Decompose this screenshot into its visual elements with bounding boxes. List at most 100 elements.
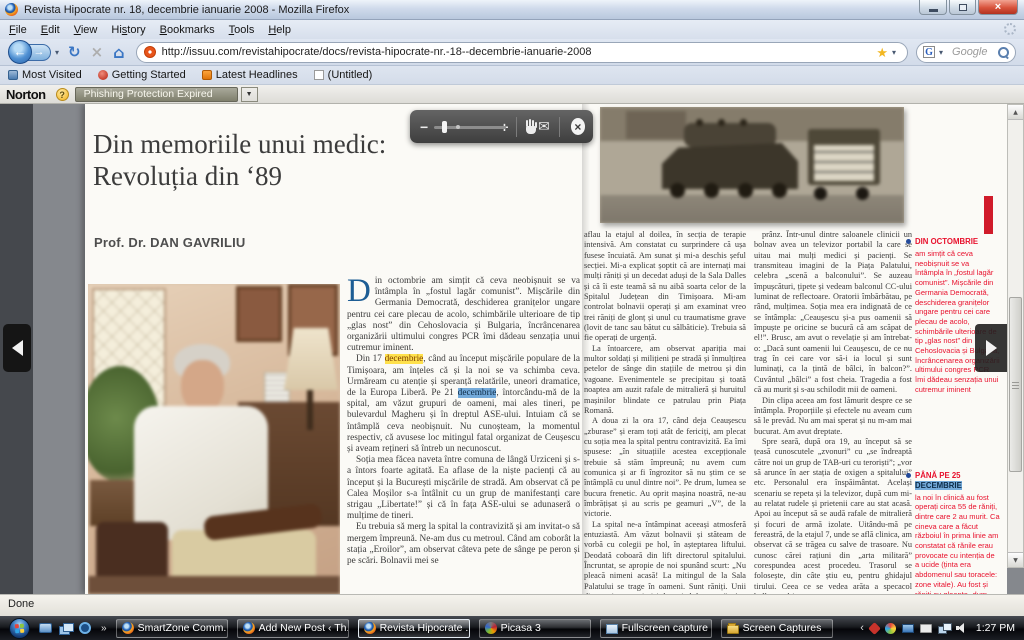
tray-display-icon[interactable] xyxy=(902,624,914,633)
phishing-protection-button[interactable]: Phishing Protection Expired xyxy=(75,87,238,102)
taskbar-button-smartzone[interactable]: SmartZone Comm... xyxy=(116,619,228,638)
toolbar-divider xyxy=(516,117,517,137)
bookmark-latest-headlines[interactable]: Latest Headlines xyxy=(202,69,298,81)
next-page-button[interactable] xyxy=(975,324,1008,372)
bookmark-label: Most Visited xyxy=(22,69,82,81)
pan-hand-icon[interactable] xyxy=(524,119,537,135)
taskbar-button-revista-hipocrate[interactable]: Revista Hipocrate ... xyxy=(358,619,470,638)
article-author: Prof. Dr. DAN GAVRILIU xyxy=(94,235,246,250)
search-box[interactable]: G ▾ Google xyxy=(916,42,1016,63)
scrollbar-thumb[interactable] xyxy=(1009,297,1022,472)
firefox-icon xyxy=(243,622,255,634)
network-icon[interactable] xyxy=(938,623,950,633)
note-heading: PÂNĂ PE 25 DECEMBRIE xyxy=(915,471,1000,491)
bookmarks-toolbar: Most Visited Getting Started Latest Head… xyxy=(0,66,1024,85)
menu-tools[interactable]: Tools xyxy=(222,22,262,38)
engine-dropdown-icon[interactable]: ▾ xyxy=(939,48,943,57)
google-engine-icon[interactable]: G xyxy=(923,46,935,58)
slider-tick xyxy=(456,125,460,129)
minimize-button[interactable] xyxy=(919,0,947,15)
search-icon[interactable] xyxy=(998,47,1009,58)
page-icon xyxy=(314,70,324,80)
menu-help[interactable]: Help xyxy=(261,22,298,38)
close-toolbar-icon[interactable]: × xyxy=(571,118,585,135)
toolbar-divider xyxy=(559,117,560,137)
status-bar: Done xyxy=(0,594,1024,616)
zoom-slider[interactable] xyxy=(434,120,494,134)
menu-edit[interactable]: Edit xyxy=(34,22,67,38)
activity-throbber-icon xyxy=(1004,23,1016,35)
scroll-up-button[interactable]: ▲ xyxy=(1008,105,1023,120)
magazine-page-left: Din memoriile unui medic: Revoluția din … xyxy=(85,104,582,594)
menu-history[interactable]: History xyxy=(104,22,152,38)
bookmark-most-visited[interactable]: Most Visited xyxy=(8,69,82,81)
quick-launch: » xyxy=(39,622,107,634)
slider-thumb[interactable] xyxy=(442,121,447,133)
bookmark-untitled[interactable]: (Untitled) xyxy=(314,69,373,81)
headline-line1: Din memoriile unui medic: xyxy=(93,128,386,160)
bookmark-getting-started[interactable]: Getting Started xyxy=(98,69,186,81)
author-portrait-photo xyxy=(88,284,340,594)
photo-artwork xyxy=(88,284,340,594)
navigation-toolbar: ← → ▾ ↻ × ⌂ http://issuu.com/revistahipo… xyxy=(0,39,1024,66)
menu-file[interactable]: File xyxy=(2,22,34,38)
url-dropdown-icon[interactable]: ▾ xyxy=(892,48,896,57)
picasa-icon xyxy=(485,622,497,634)
switch-windows-icon[interactable] xyxy=(59,623,72,633)
getting-started-icon xyxy=(98,70,108,80)
tray-security-icon[interactable] xyxy=(868,622,881,635)
start-button[interactable] xyxy=(9,618,30,639)
stop-button[interactable]: × xyxy=(91,43,104,61)
home-button[interactable]: ⌂ xyxy=(113,43,124,62)
folder-icon xyxy=(727,625,739,634)
quick-launch-app-icon[interactable] xyxy=(79,622,91,634)
taskbar-button-picasa[interactable]: Picasa 3 xyxy=(479,619,591,638)
close-button[interactable]: × xyxy=(978,0,1018,15)
help-question-icon[interactable]: ? xyxy=(56,88,69,101)
task-label: Screen Captures xyxy=(743,622,822,634)
norton-dropdown-icon[interactable]: ▼ xyxy=(241,87,258,102)
vertical-scrollbar[interactable]: ▲ ▼ xyxy=(1007,104,1024,568)
tray-monitor-icon[interactable] xyxy=(920,624,932,633)
photo-artwork xyxy=(600,107,904,223)
taskbar-button-screen-captures[interactable]: Screen Captures xyxy=(721,619,833,638)
zoom-out-button[interactable]: − xyxy=(420,120,428,134)
previous-page-button[interactable] xyxy=(3,324,31,372)
history-dropdown-icon[interactable]: ▾ xyxy=(55,48,59,57)
window-titlebar[interactable]: Revista Hipocrate nr. 18, decembrie ianu… xyxy=(0,0,1024,20)
article-headline: Din memoriile unui medic: Revoluția din … xyxy=(93,128,386,192)
volume-icon[interactable] xyxy=(956,623,967,633)
task-label: Fullscreen capture ... xyxy=(622,622,712,634)
bullet-icon xyxy=(906,473,911,478)
tray-expand-icon[interactable]: ‹ xyxy=(860,622,864,634)
firefox-icon xyxy=(122,622,134,634)
reload-button[interactable]: ↻ xyxy=(68,43,81,61)
left-arrow-icon xyxy=(12,340,23,356)
quick-launch-overflow-icon[interactable]: » xyxy=(101,623,107,634)
clock[interactable]: 1:27 PM xyxy=(976,622,1015,634)
tray-updater-icon[interactable] xyxy=(885,623,896,634)
taskbar-button-add-new-post[interactable]: Add New Post ‹ Th... xyxy=(237,619,349,638)
window-title: Revista Hipocrate nr. 18, decembrie ianu… xyxy=(24,4,349,16)
menu-bookmarks[interactable]: Bookmarks xyxy=(153,22,222,38)
email-share-icon[interactable]: ✉ xyxy=(538,120,550,134)
scroll-down-button[interactable]: ▼ xyxy=(1008,552,1023,567)
restore-button[interactable] xyxy=(949,0,976,15)
bullet-icon xyxy=(906,239,911,244)
right-arrow-icon xyxy=(986,340,997,356)
document-viewer: Din memoriile unui medic: Revoluția din … xyxy=(0,104,1024,594)
taskbar-button-fullscreen-capture[interactable]: Fullscreen capture ... xyxy=(600,619,712,638)
dropcap: D xyxy=(347,278,371,305)
show-desktop-icon[interactable] xyxy=(39,623,52,633)
back-button[interactable]: ← xyxy=(8,40,32,64)
viewer-toolbar: − + ✉ × xyxy=(410,110,593,143)
bookmark-star-icon[interactable]: ★ xyxy=(876,46,888,59)
article-column-left: D in octombrie am simțit că ceva neobișn… xyxy=(347,276,580,594)
search-placeholder[interactable]: Google xyxy=(952,46,998,58)
page-edge-red-tab xyxy=(984,196,993,234)
menu-bar: File Edit View History Bookmarks Tools H… xyxy=(0,20,1024,39)
url-text[interactable]: http://issuu.com/revistahipocrate/docs/r… xyxy=(162,46,873,58)
magazine-page-right: aflau la etajul al doilea, în secția de … xyxy=(582,104,1007,594)
url-bar[interactable]: http://issuu.com/revistahipocrate/docs/r… xyxy=(136,42,908,63)
menu-view[interactable]: View xyxy=(67,22,105,38)
